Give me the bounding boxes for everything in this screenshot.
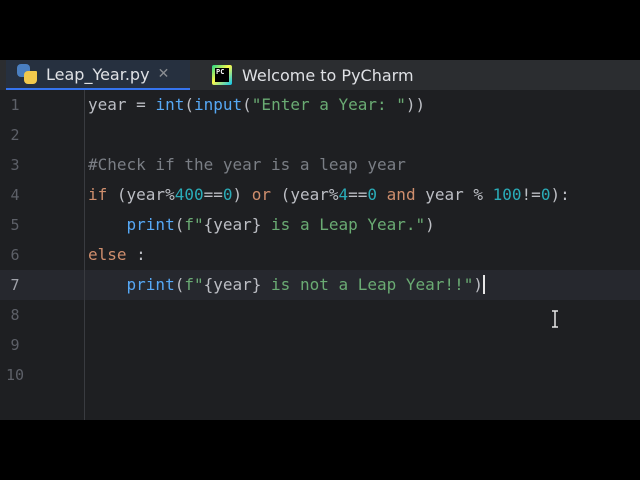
code-token: print xyxy=(126,215,175,234)
code-token: {year} xyxy=(203,215,262,234)
code-token: else xyxy=(88,245,127,264)
pycharm-logo-icon: PC xyxy=(212,65,232,85)
code-token: and xyxy=(386,185,416,204)
code-token: input xyxy=(193,95,243,114)
line-number: 3 xyxy=(10,156,20,174)
code-token: f" xyxy=(184,275,204,294)
code-token: or xyxy=(251,185,272,204)
code-token: f" xyxy=(184,215,204,234)
line-number: 6 xyxy=(10,246,20,264)
ide-window: Leap_Year.py ✕ PC Welcome to PyCharm 1 2 3… xyxy=(0,60,640,420)
code-token: (year% xyxy=(271,185,339,204)
code-line[interactable]: else : xyxy=(88,245,146,264)
code-line[interactable]: #Check if the year is a leap year xyxy=(88,155,406,174)
text-cursor-icon xyxy=(552,310,558,328)
code-token: "Enter a Year: " xyxy=(251,95,406,114)
code-token: is a Leap Year." xyxy=(261,215,426,234)
code-token: int xyxy=(155,95,185,114)
line-number: 4 xyxy=(10,186,20,204)
code-token: ( xyxy=(174,215,185,234)
code-line[interactable]: print(f"{year} is not a Leap Year!!") xyxy=(88,275,485,294)
tab-leap-year[interactable]: Leap_Year.py ✕ xyxy=(6,60,190,90)
code-token: year % xyxy=(415,185,493,204)
code-token: 400 xyxy=(174,185,204,204)
code-token: ( xyxy=(242,95,252,114)
code-token: != xyxy=(521,185,541,204)
code-token: 4 xyxy=(338,185,349,204)
code-token: 100 xyxy=(492,185,522,204)
code-token: ( xyxy=(184,95,194,114)
code-token: )) xyxy=(405,95,426,114)
code-token: 0 xyxy=(222,185,233,204)
code-token: year = xyxy=(88,95,156,114)
code-token: 0 xyxy=(367,185,378,204)
code-token: ( xyxy=(174,275,185,294)
code-token: is not a Leap Year!!" xyxy=(261,275,474,294)
text-caret xyxy=(482,275,485,294)
code-token: #Check if the year is a leap year xyxy=(88,155,406,174)
code-line[interactable]: print(f"{year} is a Leap Year.") xyxy=(88,215,435,234)
code-token: == xyxy=(203,185,223,204)
line-number: 1 xyxy=(10,96,20,114)
code-token: ) xyxy=(425,215,435,234)
code-token: (year% xyxy=(107,185,175,204)
code-token: if xyxy=(88,185,108,204)
tab-label: Welcome to PyCharm xyxy=(242,65,414,85)
code-editor[interactable]: 1 2 3 4 5 6 7 8 9 10 year = int(input("Enter a Ye… xyxy=(0,90,640,420)
code-line[interactable]: if (year%400==0) or (year%4==0 and year … xyxy=(88,185,570,204)
python-file-icon xyxy=(16,63,38,85)
code-line[interactable]: year = int(input("Enter a Year: ")) xyxy=(88,95,425,114)
tab-label: Leap_Year.py xyxy=(46,64,150,84)
line-number: 9 xyxy=(10,336,20,354)
close-icon[interactable]: ✕ xyxy=(158,66,170,82)
code-token: ): xyxy=(550,185,570,204)
tab-welcome[interactable]: PC Welcome to PyCharm xyxy=(206,60,436,90)
line-number: 10 xyxy=(5,366,25,384)
code-token: : xyxy=(126,245,146,264)
line-number: 2 xyxy=(10,126,20,144)
code-token: == xyxy=(348,185,368,204)
line-number: 7 xyxy=(10,276,20,294)
line-number: 5 xyxy=(10,216,20,234)
editor-tab-bar: Leap_Year.py ✕ PC Welcome to PyCharm xyxy=(0,60,640,90)
code-token: print xyxy=(126,275,175,294)
line-number-gutter[interactable]: 1 2 3 4 5 6 7 8 9 10 xyxy=(0,90,85,420)
code-token: {year} xyxy=(203,275,262,294)
code-token: ) xyxy=(473,275,483,294)
code-token: 0 xyxy=(540,185,551,204)
code-token: ) xyxy=(232,185,252,204)
line-number: 8 xyxy=(10,306,20,324)
